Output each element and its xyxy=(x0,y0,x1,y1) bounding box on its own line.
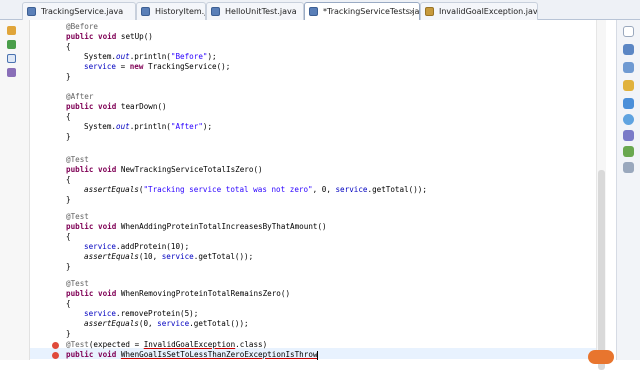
java-file-icon xyxy=(309,7,318,16)
tab-label: *TrackingServiceTests.java xyxy=(323,7,420,16)
code-line: @After xyxy=(66,92,94,101)
tab-label: InvalidGoalException.java xyxy=(439,7,538,16)
console-icon[interactable] xyxy=(623,44,634,55)
code-line: { xyxy=(66,175,71,184)
code-line: public void tearDown() xyxy=(66,102,167,111)
code-editor[interactable]: @Before public void setUp() { System.out… xyxy=(30,20,596,360)
code-line: public void WhenRemovingProteinTotalRema… xyxy=(66,289,291,298)
code-line: } xyxy=(66,132,71,141)
code-line: public void NewTrackingServiceTotalIsZer… xyxy=(66,165,263,174)
tab-label: TrackingService.java xyxy=(41,7,124,16)
code-line: { xyxy=(66,232,71,241)
code-line: { xyxy=(66,112,71,121)
code-line: @Test xyxy=(66,212,89,221)
code-line: public void setUp() xyxy=(66,32,153,41)
code-line: { xyxy=(66,299,71,308)
code-line: public void WhenGoalIsSetToLessThanZeroE… xyxy=(66,350,319,360)
tab-label: HistoryItem.java xyxy=(155,7,205,16)
code-line: } xyxy=(66,72,71,81)
code-line: } xyxy=(66,262,71,271)
code-line: assertEquals(0, service.getTotal()); xyxy=(84,319,249,328)
code-line: @Test(expected = InvalidGoalException.cl… xyxy=(66,340,268,349)
text-caret xyxy=(317,350,319,360)
outline-icon[interactable] xyxy=(7,68,16,77)
package-explorer-icon[interactable] xyxy=(7,26,16,35)
close-icon[interactable]: × xyxy=(408,3,415,20)
problems-icon[interactable] xyxy=(623,62,634,73)
tasks-icon[interactable] xyxy=(7,54,16,63)
declaration-icon[interactable] xyxy=(623,98,634,109)
javadoc-icon[interactable] xyxy=(623,80,634,91)
code-line: @Before xyxy=(66,22,99,31)
code-line: } xyxy=(66,195,71,204)
code-line: @Test xyxy=(66,155,89,164)
hierarchy-icon[interactable] xyxy=(7,40,16,49)
code-line: assertEquals(10, service.getTotal()); xyxy=(84,252,254,261)
history-icon[interactable] xyxy=(623,162,634,173)
tab-tracking-service[interactable]: TrackingService.java xyxy=(22,2,136,20)
java-file-icon xyxy=(211,7,220,16)
view-icon[interactable] xyxy=(623,26,634,37)
tab-invalid-goal-exception[interactable]: InvalidGoalException.java xyxy=(420,2,538,20)
debug-icon[interactable] xyxy=(623,130,634,141)
tab-hello-unit-test[interactable]: HelloUnitTest.java xyxy=(206,2,304,20)
java-file-icon xyxy=(141,7,150,16)
code-line: System.out.println("Before"); xyxy=(84,52,217,61)
code-line: assertEquals("Tracking service total was… xyxy=(84,185,427,194)
code-line: @Test xyxy=(66,279,89,288)
error-marker-icon[interactable] xyxy=(52,352,59,359)
left-trim xyxy=(0,20,30,360)
error-marker-icon[interactable] xyxy=(52,342,59,349)
right-trim xyxy=(616,20,640,360)
code-line: { xyxy=(66,42,71,51)
code-line: public void WhenAddingProteinTotalIncrea… xyxy=(66,222,327,231)
tab-history-item[interactable]: HistoryItem.java xyxy=(136,2,206,20)
code-line: service = new TrackingService(); xyxy=(84,62,231,71)
tab-tracking-service-tests[interactable]: *TrackingServiceTests.java × xyxy=(304,2,420,20)
code-line: service.addProtein(10); xyxy=(84,242,190,251)
code-line: service.removeProtein(5); xyxy=(84,309,199,318)
tab-label: HelloUnitTest.java xyxy=(225,7,297,16)
overlay-badge xyxy=(588,350,614,364)
java-file-icon xyxy=(27,7,36,16)
code-line: } xyxy=(66,329,71,338)
scrollbar-thumb[interactable] xyxy=(598,170,605,370)
editor-vertical-scrollbar[interactable] xyxy=(596,20,606,370)
code-line: System.out.println("After"); xyxy=(84,122,213,131)
junit-icon[interactable] xyxy=(623,146,634,157)
java-file-icon xyxy=(425,7,434,16)
editor-tab-bar: TrackingService.java HistoryItem.java He… xyxy=(0,0,640,20)
help-icon[interactable] xyxy=(623,114,634,125)
